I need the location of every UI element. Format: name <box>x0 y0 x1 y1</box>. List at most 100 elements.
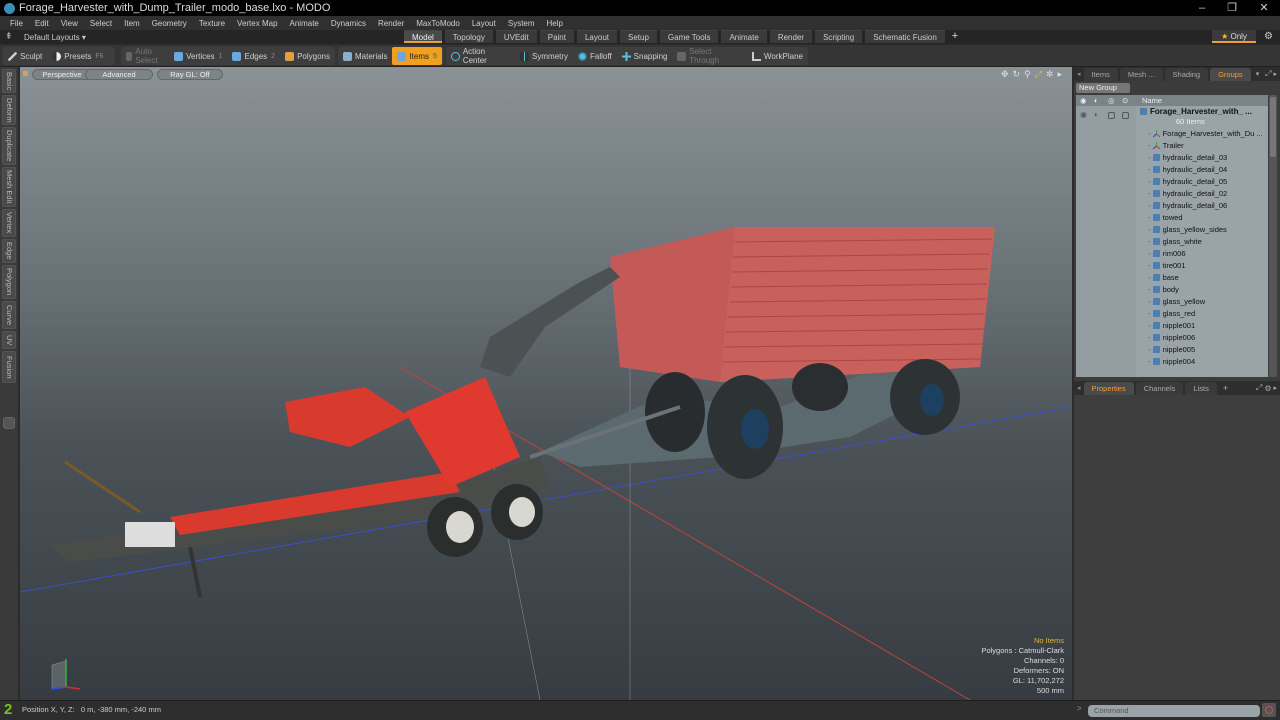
gear-icon[interactable]: ⚙ <box>1264 30 1273 44</box>
tab-groups[interactable]: Groups <box>1210 67 1251 81</box>
groups-scrollbar[interactable] <box>1269 95 1277 377</box>
tab-schematic-fusion[interactable]: Schematic Fusion <box>865 30 945 43</box>
menu-dynamics[interactable]: Dynamics <box>325 19 372 28</box>
visibility-column-icon[interactable]: ◉ <box>1080 95 1087 106</box>
group-list-item[interactable]: - nipple001 <box>1140 320 1268 332</box>
tab-items[interactable]: Items <box>1083 67 1118 81</box>
group-list-item[interactable]: - nipple006 <box>1140 332 1268 344</box>
menu-render[interactable]: Render <box>372 19 410 28</box>
tab-deform[interactable]: Deform <box>2 95 16 125</box>
menu-help[interactable]: Help <box>541 19 569 28</box>
expand-panel-icon[interactable]: ⤢ <box>1256 383 1264 393</box>
panel-gear-icon[interactable]: ⚙ <box>1264 384 1273 393</box>
menu-texture[interactable]: Texture <box>193 19 231 28</box>
polygons-button[interactable]: Polygons <box>280 47 335 65</box>
snapping-button[interactable]: Snapping <box>617 47 673 65</box>
add-tab-button[interactable]: + <box>948 30 962 44</box>
tab-render[interactable]: Render <box>769 30 813 43</box>
new-group-button[interactable]: New Group <box>1076 83 1130 93</box>
workplane-button[interactable]: WorkPlane <box>747 47 808 65</box>
panel-arrow-icon[interactable]: ▸ <box>1273 384 1280 392</box>
menu-geometry[interactable]: Geometry <box>146 19 193 28</box>
group-list-item[interactable]: - glass_yellow_sides <box>1140 224 1268 236</box>
panel-menu-icon[interactable]: ◂ <box>1074 384 1084 392</box>
menu-select[interactable]: Select <box>84 19 118 28</box>
default-layouts-dropdown[interactable]: Default Layouts ▾ <box>24 33 86 42</box>
tab-duplicate[interactable]: Duplicate <box>2 127 16 165</box>
group-list-item[interactable]: - hydraulic_detail_05 <box>1140 176 1268 188</box>
edges-button[interactable]: Edges 2 <box>227 47 280 65</box>
tab-lists[interactable]: Lists <box>1185 381 1217 395</box>
auto-select-button[interactable]: Auto Select <box>121 47 169 65</box>
menu-animate[interactable]: Animate <box>284 19 325 28</box>
maximize-button[interactable]: ❐ <box>1218 0 1246 16</box>
tab-mesh-edit[interactable]: Mesh Edit <box>2 167 16 207</box>
tab-vertex[interactable]: Vertex <box>2 209 16 237</box>
panel-arrow-icon[interactable]: ▸ <box>1273 70 1280 78</box>
tab-paint[interactable]: Paint <box>539 30 574 43</box>
render-column-icon[interactable]: ◐ <box>1094 95 1099 106</box>
group-list-item[interactable]: - base <box>1140 272 1268 284</box>
group-list-item[interactable]: - Trailer <box>1140 140 1268 152</box>
group-list-item[interactable]: - rim006 <box>1140 248 1268 260</box>
group-list-item[interactable]: - hydraulic_detail_03 <box>1140 152 1268 164</box>
scrollbar-thumb[interactable] <box>1270 97 1276 157</box>
tab-animate[interactable]: Animate <box>721 30 767 43</box>
group-list-item[interactable]: - hydraulic_detail_06 <box>1140 200 1268 212</box>
tab-channels[interactable]: Channels <box>1135 381 1184 395</box>
tab-properties[interactable]: Properties <box>1083 381 1134 395</box>
tab-shading[interactable]: Shading <box>1164 67 1209 81</box>
command-input[interactable]: Command <box>1088 705 1260 717</box>
only-toggle[interactable]: ★ Only <box>1212 30 1256 43</box>
sculpt-button[interactable]: Sculpt <box>3 47 47 65</box>
select-toggle[interactable] <box>1122 112 1129 119</box>
tab-mesh[interactable]: Mesh ... <box>1119 67 1163 81</box>
items-button[interactable]: Items 5 <box>392 47 442 65</box>
tab-scripting[interactable]: Scripting <box>815 30 863 43</box>
tab-polygon[interactable]: Polygon <box>2 265 16 299</box>
group-list-item[interactable]: - hydraulic_detail_02 <box>1140 188 1268 200</box>
tab-game-tools[interactable]: Game Tools <box>659 30 719 43</box>
group-list-item[interactable]: - tire001 <box>1140 260 1268 272</box>
menu-file[interactable]: File <box>4 19 29 28</box>
menu-system[interactable]: System <box>502 19 541 28</box>
tab-model[interactable]: Model <box>404 30 442 43</box>
tab-uvedit[interactable]: UVEdit <box>495 30 537 43</box>
expand-panel-icon[interactable]: ⤢ <box>1265 69 1273 79</box>
group-list-item[interactable]: - nipple005 <box>1140 344 1268 356</box>
tab-uv[interactable]: UV <box>2 331 16 349</box>
materials-button[interactable]: Materials <box>338 47 392 65</box>
visibility-toggle-icon[interactable]: ◉ <box>1080 110 1087 119</box>
minimize-button[interactable]: – <box>1188 0 1216 16</box>
group-list-item[interactable]: - glass_white <box>1140 236 1268 248</box>
toolbox-toggle-button[interactable] <box>3 417 15 429</box>
menu-item[interactable]: Item <box>118 19 146 28</box>
lock-column-icon[interactable]: ◎ <box>1108 95 1115 106</box>
vertices-button[interactable]: Vertices 1 <box>169 47 227 65</box>
record-button[interactable] <box>1262 703 1276 717</box>
select-through-button[interactable]: Select Through <box>672 47 747 65</box>
menu-edit[interactable]: Edit <box>29 19 55 28</box>
falloff-button[interactable]: Falloff <box>573 47 617 65</box>
tab-curve[interactable]: Curve <box>2 301 16 329</box>
menu-layout[interactable]: Layout <box>466 19 502 28</box>
add-tab-button[interactable]: + <box>1219 383 1232 393</box>
select-column-icon[interactable]: ⊙ <box>1122 95 1128 106</box>
pin-icon[interactable]: ⇞ <box>5 31 13 42</box>
menu-maxtomodo[interactable]: MaxToModo <box>410 19 466 28</box>
tab-basic[interactable]: Basic <box>2 69 16 93</box>
symmetry-button[interactable]: Symmetry <box>515 47 573 65</box>
panel-menu-icon[interactable]: ◂ <box>1074 70 1084 78</box>
tab-edge[interactable]: Edge <box>2 239 16 263</box>
group-list-item[interactable]: - hydraulic_detail_04 <box>1140 164 1268 176</box>
group-list-item[interactable]: - glass_red <box>1140 308 1268 320</box>
presets-button[interactable]: Presets F6 <box>47 47 108 65</box>
group-list-item[interactable]: - glass_yellow <box>1140 296 1268 308</box>
group-list-item[interactable]: - towed <box>1140 212 1268 224</box>
lock-toggle[interactable] <box>1108 112 1115 119</box>
name-column-header[interactable]: Name <box>1142 95 1162 106</box>
menu-vertex-map[interactable]: Vertex Map <box>231 19 283 28</box>
menu-view[interactable]: View <box>55 19 84 28</box>
action-center-button[interactable]: Action Center <box>446 47 515 65</box>
tab-topology[interactable]: Topology <box>444 30 493 43</box>
